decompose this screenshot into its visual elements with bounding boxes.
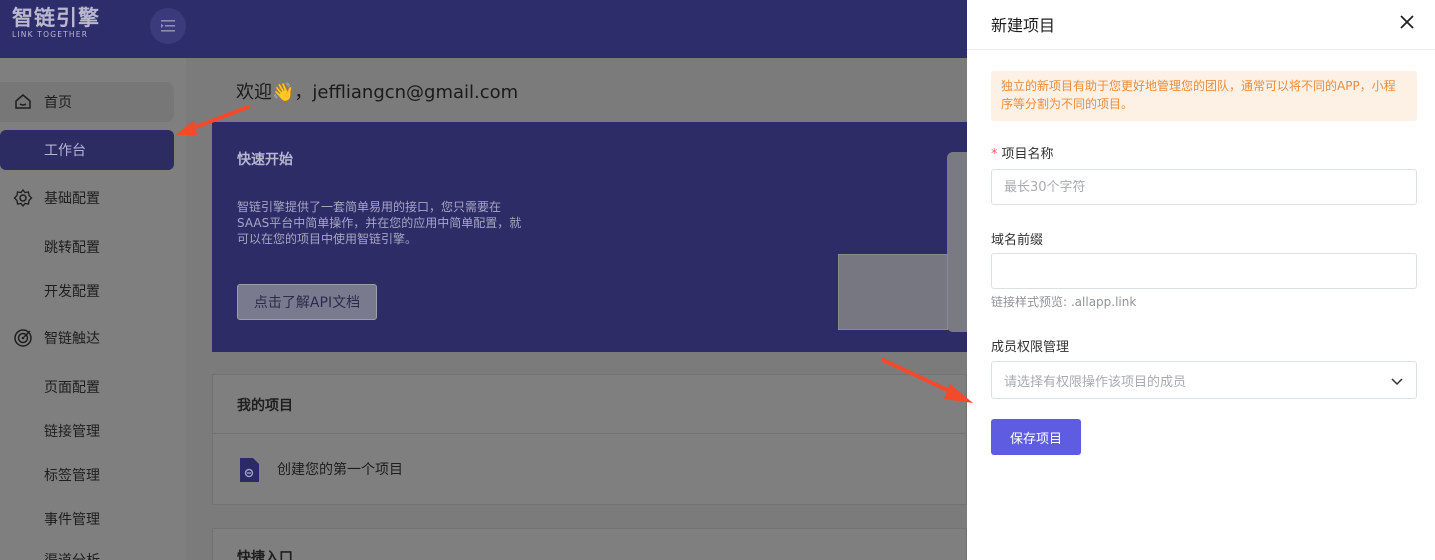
project-name-label-text: 项目名称 — [1001, 147, 1054, 162]
quick-start-banner: 快速开始 智链引擎提供了一套简单易用的接口，您只需要在SAAS平台中简单操作，并… — [212, 122, 967, 352]
sidebar-item-tag-management[interactable]: 标签管理 — [44, 465, 100, 485]
project-name-input[interactable] — [991, 169, 1417, 205]
members-label: 成员权限管理 — [991, 340, 1070, 355]
drawer-title: 新建项目 — [991, 16, 1056, 35]
sidebar-item-home[interactable]: 首页 — [0, 82, 174, 122]
api-docs-button[interactable]: 点击了解API文档 — [237, 284, 377, 320]
members-select[interactable]: 请选择有权限操作该项目的成员 — [991, 361, 1417, 399]
drawer-header: 新建项目 — [967, 0, 1435, 50]
sidebar-item-basic-config[interactable]: 基础配置 — [0, 178, 186, 218]
my-projects-card: 我的项目 创建您的第一个项目 — [212, 374, 967, 505]
required-mark: * — [991, 147, 998, 162]
logo[interactable]: 智链引擎 LINK TOGETHER — [12, 6, 100, 40]
sidebar-item-label: 智链触达 — [44, 331, 100, 347]
sidebar-item-dev-config[interactable]: 开发配置 — [44, 281, 100, 301]
document-icon — [240, 458, 259, 482]
illustration-window — [838, 254, 948, 330]
quick-entry-title: 快捷入口 — [237, 550, 293, 560]
menu-fold-icon — [161, 20, 175, 32]
sidebar: 首页 工作台 基础配置 跳转配置 开发配置 智链触达 页面配置 链接管理 标签管… — [0, 58, 186, 560]
project-name-label: * 项目名称 — [991, 143, 1054, 162]
logo-tagline: LINK TOGETHER — [12, 30, 89, 39]
sidebar-item-channel-analysis[interactable]: 渠道分析 — [44, 550, 100, 560]
domain-preview-hint: 链接样式预览: .allapp.link — [991, 295, 1137, 309]
sidebar-item-event-management[interactable]: 事件管理 — [44, 509, 100, 529]
gear-icon — [13, 188, 33, 208]
my-projects-title: 我的项目 — [237, 398, 293, 414]
hero-description: 智链引擎提供了一套简单易用的接口，您只需要在SAAS平台中简单操作，并在您的应用… — [237, 200, 522, 246]
close-icon[interactable] — [1398, 13, 1416, 31]
create-first-project-link[interactable]: 创建您的第一个项目 — [277, 459, 403, 479]
welcome-text: 欢迎👋，jeffliangcn@gmail.com — [236, 82, 519, 103]
home-icon — [15, 94, 31, 109]
annotation-arrow-icon — [176, 105, 250, 135]
sidebar-item-label: 基础配置 — [44, 191, 100, 207]
sidebar-toggle-button[interactable] — [150, 8, 186, 44]
sidebar-item-smart-reach[interactable]: 智链触达 — [0, 318, 186, 358]
members-select-placeholder: 请选择有权限操作该项目的成员 — [1004, 375, 1187, 390]
info-alert: 独立的新项目有助于您更好地管理您的团队，通常可以将不同的APP，小程序等分割为不… — [991, 71, 1417, 121]
divider — [213, 433, 966, 434]
chevron-down-icon — [1391, 378, 1403, 386]
domain-prefix-label: 域名前缀 — [991, 233, 1044, 248]
target-icon — [14, 329, 32, 347]
logo-name: 智链引擎 — [12, 6, 100, 30]
quick-entry-card: 快捷入口 — [212, 528, 967, 560]
sidebar-item-link-management[interactable]: 链接管理 — [44, 421, 100, 441]
hero-title: 快速开始 — [237, 152, 293, 168]
save-project-button[interactable]: 保存项目 — [991, 419, 1081, 455]
annotation-arrow-icon — [881, 358, 973, 403]
sidebar-item-label: 工作台 — [44, 143, 86, 159]
sidebar-item-label: 首页 — [44, 95, 72, 111]
sidebar-item-page-config[interactable]: 页面配置 — [44, 377, 100, 397]
sidebar-item-workbench[interactable]: 工作台 — [0, 130, 174, 170]
domain-prefix-input[interactable] — [991, 253, 1417, 289]
new-project-drawer: 新建项目 独立的新项目有助于您更好地管理您的团队，通常可以将不同的APP，小程序… — [967, 0, 1435, 560]
sidebar-item-redirect-config[interactable]: 跳转配置 — [44, 237, 100, 257]
illustration-phone — [947, 152, 967, 332]
